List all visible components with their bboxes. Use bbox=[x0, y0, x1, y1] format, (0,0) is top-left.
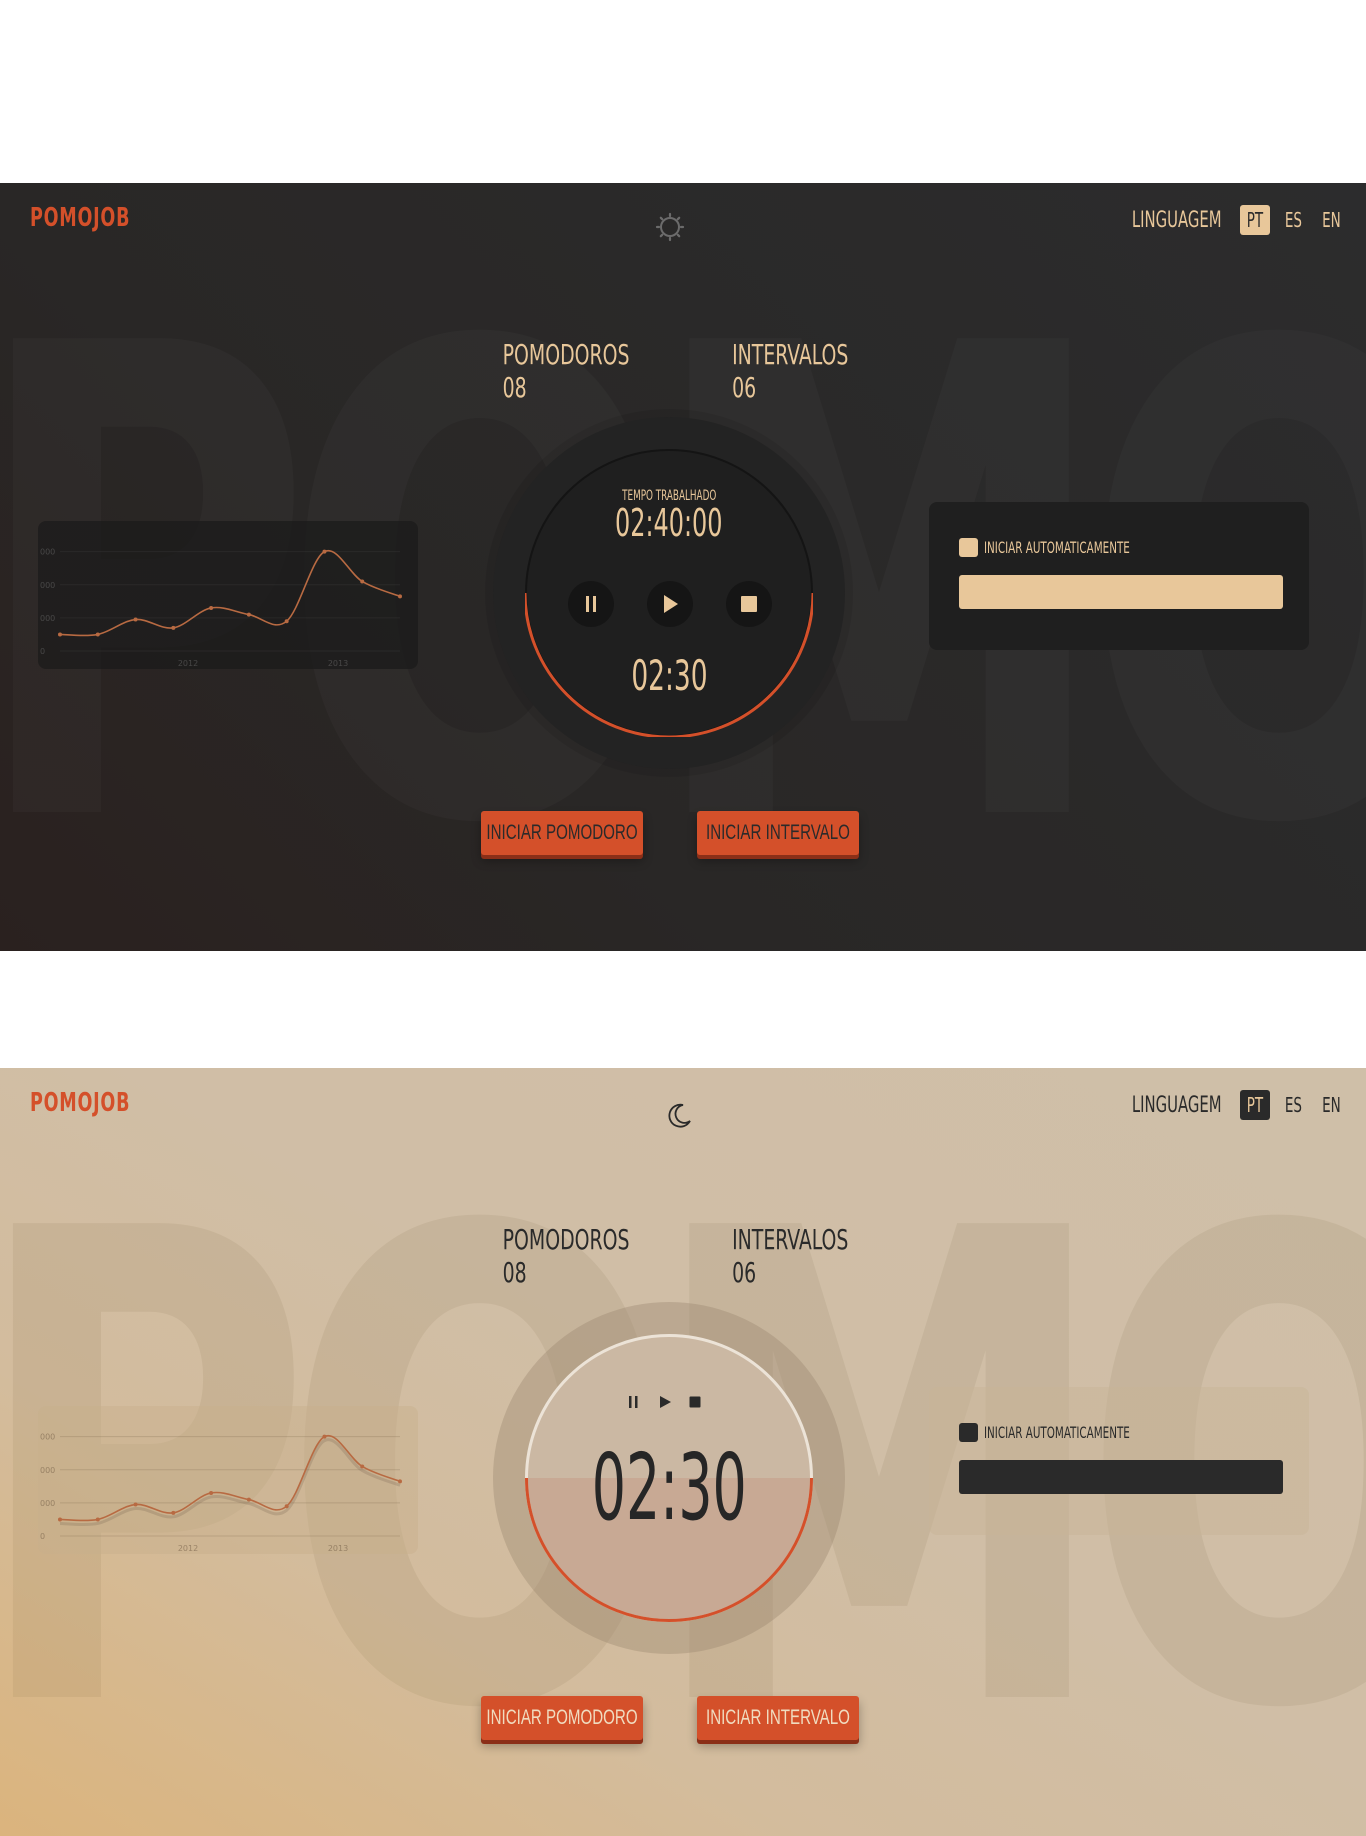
lang-button-pt[interactable]: PT bbox=[1240, 205, 1270, 235]
pause-button[interactable] bbox=[568, 581, 614, 627]
auto-start-label: INICIAR AUTOMATICAMENTE bbox=[984, 1423, 1130, 1442]
chart-y-tick-label: 000 bbox=[40, 614, 55, 623]
play-button[interactable] bbox=[647, 581, 693, 627]
settings-card: INICIAR AUTOMATICAMENTE bbox=[929, 1387, 1309, 1535]
stop-icon bbox=[689, 1396, 701, 1408]
auto-start-option[interactable]: INICIAR AUTOMATICAMENTE bbox=[959, 1423, 1284, 1442]
settings-card: INICIAR AUTOMATICAMENTE bbox=[929, 502, 1309, 650]
task-input[interactable] bbox=[959, 575, 1283, 609]
auto-start-label: INICIAR AUTOMATICAMENTE bbox=[984, 538, 1130, 557]
chart-series-line bbox=[59, 1434, 401, 1522]
chart-data-point bbox=[398, 594, 402, 599]
chart-y-tick-label: 000 bbox=[40, 548, 55, 557]
chart-x-tick-label: 2013 bbox=[328, 1544, 348, 1553]
chart-data-point bbox=[133, 1502, 138, 1507]
chart-data-point bbox=[398, 1479, 402, 1484]
dark-theme-screen: POMOJOB POMOJOB LINGUAGEM PT ES EN POMOD… bbox=[0, 183, 1366, 951]
play-icon bbox=[664, 595, 678, 613]
history-line-chart: 00000000002012 2013 bbox=[40, 548, 402, 668]
chart-data-point bbox=[284, 1504, 289, 1509]
chart-data-point bbox=[322, 549, 327, 554]
play-button[interactable] bbox=[654, 1391, 676, 1413]
chart-data-point bbox=[171, 625, 176, 630]
chart-data-point bbox=[246, 1497, 251, 1502]
chart-y-tick-label: 000 bbox=[40, 1466, 55, 1475]
interval-counter: INTERVALOS 06 bbox=[732, 1223, 849, 1289]
worked-time-value: 02:40:00 bbox=[615, 501, 723, 545]
language-selector: LINGUAGEM PT ES EN bbox=[1102, 1090, 1346, 1120]
lang-button-pt[interactable]: PT bbox=[1240, 1090, 1270, 1120]
chart-data-point bbox=[133, 617, 138, 622]
pomodoro-counter: POMODOROS 08 bbox=[502, 1223, 630, 1289]
chart-data-point bbox=[209, 1490, 214, 1495]
chart-y-tick-label: 0 bbox=[40, 1532, 45, 1541]
chart-y-tick-label: 000 bbox=[40, 581, 55, 590]
chart-y-tick-label: 0 bbox=[40, 647, 45, 656]
play-icon bbox=[660, 1396, 671, 1408]
history-line-chart: 00000000002012 2013 bbox=[40, 1433, 402, 1553]
pomodoro-counter: POMODOROS 08 bbox=[502, 338, 630, 404]
light-theme-screen: POMOJOB POMOJOB LINGUAGEM PT ES EN POMOD… bbox=[0, 1068, 1366, 1836]
chart-x-tick-label: 2013 bbox=[328, 659, 348, 668]
chart-data-point bbox=[360, 579, 365, 584]
lang-button-es[interactable]: ES bbox=[1278, 205, 1308, 235]
task-input[interactable] bbox=[959, 1460, 1283, 1494]
stop-button[interactable] bbox=[726, 581, 772, 627]
session-counters: POMODOROS 08 INTERVALOS 06 bbox=[480, 338, 880, 404]
start-interval-button[interactable]: INICIAR INTERVALO bbox=[697, 811, 859, 855]
chart-data-point bbox=[284, 619, 289, 624]
countdown-display: 02:30 bbox=[630, 651, 708, 700]
stop-icon bbox=[741, 596, 757, 612]
pause-icon bbox=[629, 1396, 638, 1408]
app-logo[interactable]: POMOJOB bbox=[30, 1088, 130, 1118]
start-pomodoro-button[interactable]: INICIAR POMODORO bbox=[481, 1696, 643, 1740]
session-counters: POMODOROS 08 INTERVALOS 06 bbox=[480, 1223, 880, 1289]
moon-icon bbox=[668, 1103, 691, 1128]
chart-data-point bbox=[171, 1510, 176, 1515]
theme-toggle-button[interactable] bbox=[659, 1096, 699, 1136]
chart-data-point bbox=[246, 612, 251, 617]
chart-data-point bbox=[322, 1434, 327, 1439]
chart-data-point bbox=[209, 605, 214, 610]
theme-toggle-button[interactable] bbox=[650, 207, 690, 247]
pause-icon bbox=[586, 596, 596, 612]
interval-counter: INTERVALOS 06 bbox=[732, 338, 849, 404]
sun-icon bbox=[655, 212, 685, 242]
language-label: LINGUAGEM bbox=[1132, 1092, 1222, 1118]
chart-data-point bbox=[360, 1464, 365, 1469]
stop-button[interactable] bbox=[684, 1391, 706, 1413]
chart-series-line bbox=[59, 549, 401, 637]
auto-start-checkbox[interactable] bbox=[959, 1423, 978, 1442]
chart-y-tick-label: 000 bbox=[40, 1499, 55, 1508]
chart-data-point bbox=[95, 632, 100, 637]
chart-x-tick-label: 2012 bbox=[178, 659, 198, 668]
language-label: LINGUAGEM bbox=[1132, 207, 1222, 233]
lang-button-en[interactable]: EN bbox=[1316, 1090, 1346, 1120]
chart-data-point bbox=[58, 1517, 62, 1522]
lang-button-en[interactable]: EN bbox=[1316, 205, 1346, 235]
chart-data-point bbox=[58, 632, 62, 637]
chart-y-tick-label: 000 bbox=[40, 1433, 55, 1442]
pause-button[interactable] bbox=[622, 1391, 644, 1413]
auto-start-option[interactable]: INICIAR AUTOMATICAMENTE bbox=[959, 538, 1284, 557]
chart-data-point bbox=[95, 1517, 100, 1522]
language-selector: LINGUAGEM PT ES EN bbox=[1102, 205, 1346, 235]
history-chart-card: 0 000 000 000 2012 2013 bbox=[38, 1406, 418, 1554]
history-chart-card: 0 000 000 000 2012 2013 bbox=[38, 521, 418, 669]
chart-x-tick-label: 2012 bbox=[178, 1544, 198, 1553]
auto-start-checkbox[interactable] bbox=[959, 538, 978, 557]
lang-button-es[interactable]: ES bbox=[1278, 1090, 1308, 1120]
start-interval-button[interactable]: INICIAR INTERVALO bbox=[697, 1696, 859, 1740]
app-logo[interactable]: POMOJOB bbox=[30, 203, 130, 233]
countdown-display: 02:30 bbox=[591, 1434, 747, 1541]
start-pomodoro-button[interactable]: INICIAR POMODORO bbox=[481, 811, 643, 855]
